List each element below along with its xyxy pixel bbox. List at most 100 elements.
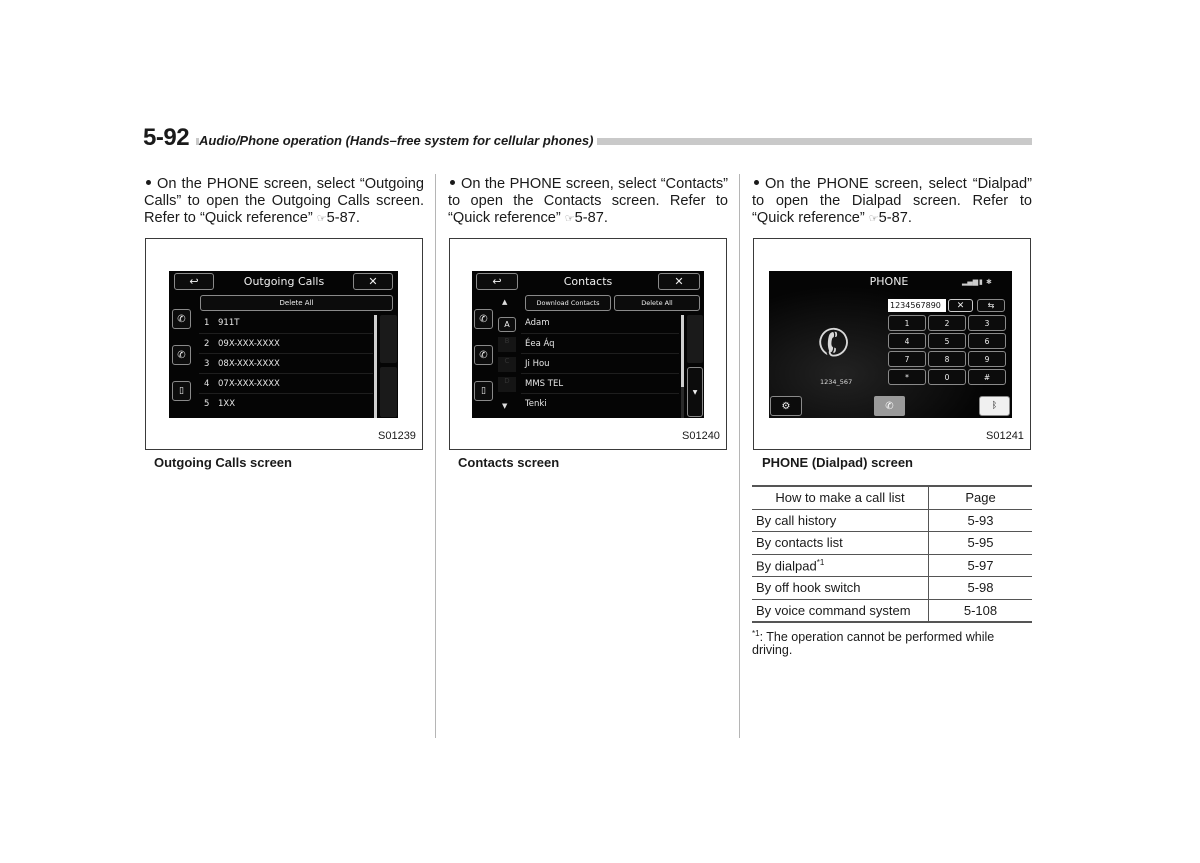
list-item[interactable]: 5 1XX [199,394,373,414]
dialpad-key[interactable]: 5 [928,333,966,349]
scrollbar[interactable] [681,315,684,418]
page-cell[interactable]: 5-98 [928,576,1032,600]
delete-all-button[interactable]: Delete All [614,295,700,311]
reference-hand-icon: ☞ [564,212,575,225]
instruction-paragraph: On the PHONE screen, select “Dialpad” to… [752,176,1032,226]
column-divider [739,174,740,738]
call-list: 1 911T 2 09X-XXX-XXXX 3 08X-XXX-XXXX 4 07X-X… [199,313,373,414]
dialpad-key[interactable]: 8 [928,351,966,367]
method-cell: By call history [752,508,929,532]
reference-hand-icon: ☞ [316,212,327,225]
list-item[interactable]: Tenki [521,394,679,414]
reference-page-link[interactable]: 5-87. [327,210,360,226]
page-cell[interactable]: 5-97 [928,553,1032,577]
device-tab[interactable]: ▯ [172,381,191,401]
figure-code: S01239 [378,430,416,442]
list-item[interactable]: 2 09X-XXX-XXXX [199,334,373,354]
figure-code: S01241 [986,430,1024,442]
alphabet-down-arrow-icon[interactable]: ▼ [502,402,507,410]
screen-title: Contacts [563,275,613,288]
incoming-calls-tab[interactable]: ✆ [172,309,191,329]
list-item[interactable]: Adam [521,313,679,334]
bullet-icon [754,180,759,186]
dialpad-key[interactable]: 4 [888,333,926,349]
column-divider [435,174,436,738]
table-row: By dialpad*1 5-97 [752,553,1032,577]
dialpad-key[interactable]: 7 [888,351,926,367]
call-method-table: How to make a call list Page By call his… [752,485,1032,623]
alphabet-index-a[interactable]: A [498,317,516,332]
dialpad-keys: 1 2 3 4 5 6 7 8 9 * 0 # [888,315,1006,385]
device-tab[interactable]: ▯ [474,381,493,401]
method-cell: By off hook switch [752,576,929,600]
scroll-down-button[interactable] [380,367,397,417]
bluetooth-status-icon: ✱ [986,278,992,286]
outgoing-calls-tab[interactable]: ✆ [474,345,493,365]
list-item[interactable]: Ji Hou [521,354,679,374]
table-header-row: How to make a call list Page [752,485,1032,510]
dialpad-key[interactable]: 0 [928,369,966,385]
reference-page-link[interactable]: 5-87. [575,210,608,226]
keypad-grid: 1 2 3 4 5 6 7 8 9 * 0 # [888,315,1006,385]
reference-page-link[interactable]: 5-87. [879,210,912,226]
scrollbar-thumb[interactable] [681,315,684,387]
settings-button[interactable]: ⚙ [770,396,802,416]
scrollbar[interactable] [374,315,377,418]
dialpad-key[interactable]: 3 [968,315,1006,331]
scrollbar-thumb[interactable] [374,315,377,418]
alphabet-index-c[interactable]: C [498,357,516,372]
page-cell[interactable]: 5-108 [928,598,1032,623]
phone-handset-icon: ✆ [811,316,857,370]
transfer-button[interactable]: ⇆ [977,299,1005,312]
list-item[interactable]: 4 07X-XXX-XXXX [199,374,373,394]
down-arrow-icon: ▼ [692,388,698,396]
list-item[interactable]: Éea Áq [521,334,679,354]
scroll-down-button[interactable]: ▼ [687,367,703,417]
scroll-up-button[interactable] [380,315,397,363]
dialpad-key[interactable]: 2 [928,315,966,331]
figure-code: S01240 [682,430,720,442]
dialpad-key[interactable]: # [968,369,1006,385]
back-button[interactable]: ↩ [476,273,518,290]
close-button[interactable]: ✕ [658,273,700,290]
figure-caption: Contacts screen [458,455,560,470]
bluetooth-button[interactable]: ᛒ [979,396,1010,416]
close-button[interactable]: ✕ [353,273,393,290]
method-cell: By contacts list [752,531,929,555]
download-contacts-button[interactable]: Download Contacts [525,295,611,311]
page-cell[interactable]: 5-93 [928,508,1032,532]
dialpad-key[interactable]: 9 [968,351,1006,367]
column-header: How to make a call list [752,485,929,510]
footnote-marker: *1 [816,557,825,567]
outgoing-call-icon: ✆ [479,349,488,361]
alphabet-index-b[interactable]: B [498,337,516,352]
alphabet-up-arrow-icon[interactable]: ▲ [502,298,507,306]
back-arrow-icon: ↩ [189,275,199,288]
backspace-button[interactable]: ✕ [948,299,973,312]
list-item[interactable]: 1 911T [199,313,373,334]
outgoing-calls-screen: ↩ Outgoing Calls ✕ Delete All ✆ ✆ ▯ 1 911… [169,271,398,418]
outgoing-calls-tab[interactable]: ✆ [172,345,191,365]
dialpad-key[interactable]: 1 [888,315,926,331]
list-item[interactable]: 3 08X-XXX-XXXX [199,354,373,374]
contacts-screen: ↩ Contacts ✕ Download Contacts Delete Al… [472,271,704,418]
call-button[interactable]: ✆ [874,396,905,416]
incoming-calls-tab[interactable]: ✆ [474,309,493,329]
alphabet-index-d[interactable]: D [498,377,516,392]
battery-icon: ▮ [979,278,983,286]
footnote: *1: The operation cannot be performed wh… [752,629,995,658]
scroll-up-button[interactable] [687,315,703,363]
dialpad-key[interactable]: 6 [968,333,1006,349]
list-item[interactable]: MMS TEL [521,374,679,394]
table-row: By contacts list 5-95 [752,531,1032,555]
back-button[interactable]: ↩ [174,273,214,290]
page-cell[interactable]: 5-95 [928,531,1032,555]
contact-list: Adam Éea Áq Ji Hou MMS TEL Tenki [521,313,679,414]
dialed-number-input[interactable]: 1234567890 [888,299,946,312]
delete-all-button[interactable]: Delete All [200,295,393,311]
close-icon: ✕ [368,275,378,288]
instruction-paragraph: On the PHONE screen, select “Contacts” t… [448,176,728,226]
dialpad-key[interactable]: * [888,369,926,385]
bullet-icon [450,180,455,186]
phone-device-icon: ▯ [481,386,486,396]
